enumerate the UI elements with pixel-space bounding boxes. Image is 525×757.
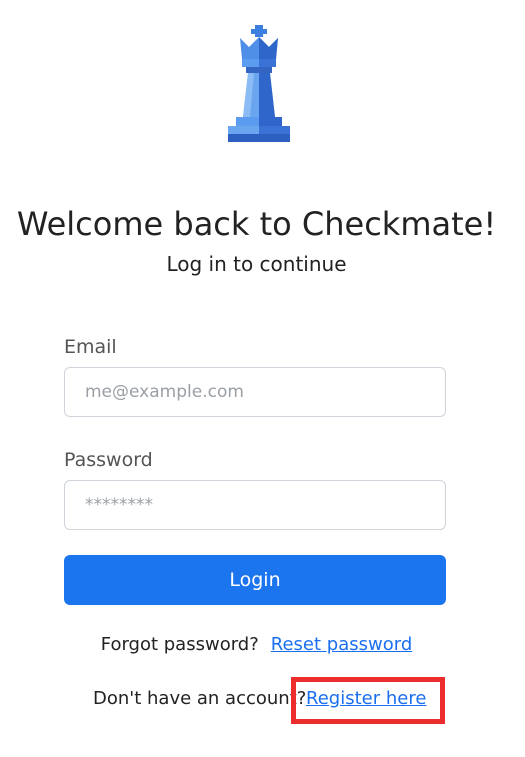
email-label: Email [64,336,117,358]
password-field[interactable] [64,480,446,530]
page-title: Welcome back to Checkmate! [16,205,497,243]
no-account-text: Don't have an account? [93,688,307,709]
forgot-password-row: Forgot password? Reset password [0,632,513,658]
email-field[interactable] [64,367,446,417]
reset-password-link[interactable]: Reset password [271,634,412,655]
forgot-password-text: Forgot password? [100,634,259,655]
highlight-box [291,677,445,724]
login-button[interactable]: Login [64,555,446,605]
page-subtitle: Log in to continue [166,252,347,276]
password-label: Password [64,449,153,471]
chess-queen-icon [228,25,290,142]
